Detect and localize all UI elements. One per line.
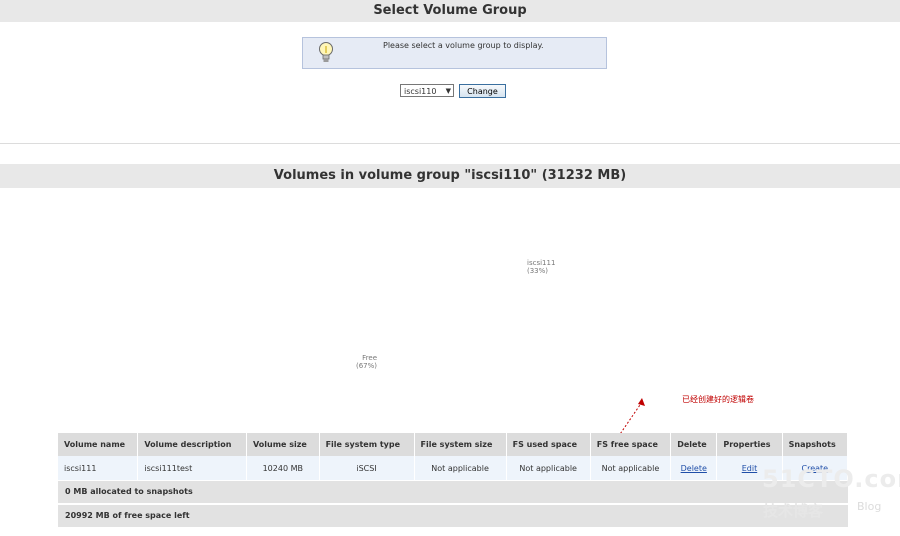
annotation-text: 已经创建好的逻辑卷: [682, 395, 754, 404]
watermark-blog: Blog: [857, 500, 882, 513]
cell-fs-size: Not applicable: [414, 456, 507, 480]
info-message: Please select a volume group to display.: [383, 41, 544, 50]
edit-link[interactable]: Edit: [742, 464, 758, 473]
free-space-summary: 20992 MB of free space left: [58, 505, 848, 527]
watermark-site: 51CTO.com: [762, 465, 900, 493]
volumes-section-title: Volumes in volume group "iscsi110" (3123…: [0, 164, 900, 188]
cell-delete: Delete: [670, 456, 718, 480]
col-volume-size: Volume size: [246, 433, 320, 456]
table-row: iscsi111 iscsi111test 10240 MB iSCSI Not…: [58, 456, 849, 480]
col-fs-free-space: FS free space: [590, 433, 672, 456]
cell-volume-name: iscsi111: [58, 456, 139, 480]
col-snapshots: Snapshots: [782, 433, 849, 456]
col-file-system-type: File system type: [319, 433, 415, 456]
pie-label-iscsi111: iscsi111 (33%): [527, 259, 555, 275]
col-volume-description: Volume description: [137, 433, 248, 456]
selected-volume-group: iscsi110: [404, 87, 437, 96]
cell-fs-type: iSCSI: [319, 456, 415, 480]
pie-label-iscsi111-name: iscsi111: [527, 259, 556, 267]
lightbulb-icon: [319, 42, 333, 62]
change-button[interactable]: Change: [459, 84, 506, 98]
select-volume-group-title: Select Volume Group: [0, 0, 900, 22]
col-file-system-size: File system size: [414, 433, 507, 456]
pie-label-free: Free (67%): [356, 354, 377, 370]
volume-group-select[interactable]: iscsi110 ▼: [400, 84, 454, 97]
col-delete: Delete: [670, 433, 718, 456]
cell-volume-size: 10240 MB: [246, 456, 320, 480]
col-properties: Properties: [716, 433, 783, 456]
dropdown-arrow-icon: ▼: [445, 87, 451, 95]
watermark-cn: 技术博客: [763, 502, 824, 520]
pie-label-free-name: Free: [362, 354, 378, 362]
info-box: Please select a volume group to display.: [302, 37, 607, 69]
volumes-table: Volume name Volume description Volume si…: [58, 433, 849, 480]
table-header-row: Volume name Volume description Volume si…: [58, 433, 849, 456]
col-fs-used-space: FS used space: [506, 433, 591, 456]
pie-label-iscsi111-percent: (33%): [527, 267, 549, 275]
section-divider: [0, 143, 900, 144]
delete-link[interactable]: Delete: [681, 464, 707, 473]
col-volume-name: Volume name: [58, 433, 139, 456]
snapshots-summary: 0 MB allocated to snapshots: [58, 481, 848, 503]
cell-fs-used: Not applicable: [506, 456, 591, 480]
pie-label-free-percent: (67%): [356, 362, 378, 370]
cell-fs-free: Not applicable: [590, 456, 672, 480]
cell-volume-description: iscsi111test: [137, 456, 248, 480]
